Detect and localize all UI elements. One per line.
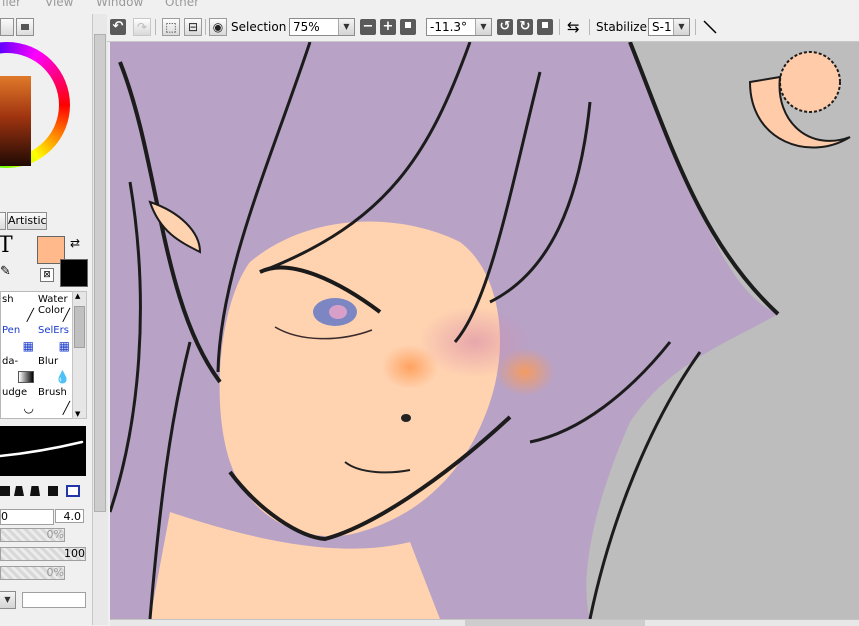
invert-selection-icon: ⊟	[187, 20, 199, 34]
smudge-icon: ◡	[23, 401, 34, 415]
redo-icon: ↷	[136, 20, 148, 34]
brush-tool-selection-eraser[interactable]: SelErs ▦	[37, 323, 73, 354]
invert-selection-button[interactable]: ⊟	[184, 18, 202, 36]
swap-colors-icon[interactable]: ⇄	[70, 236, 80, 250]
color-tab-button[interactable]	[0, 212, 6, 230]
menu-item-window[interactable]: Window	[96, 0, 143, 9]
drawing-canvas[interactable]	[110, 42, 859, 619]
deselect-button[interactable]: ⬚	[162, 18, 180, 36]
chevron-down-icon: ▼	[338, 19, 354, 35]
pen-icon: ▦	[22, 339, 34, 353]
brush-tool-gradation[interactable]: da-	[1, 354, 37, 385]
rotate-left-icon: ↺	[499, 19, 511, 34]
brush-tool-brush[interactable]: sh ╱	[1, 292, 37, 323]
text-tool-button[interactable]: T	[0, 234, 13, 258]
selection-eraser-icon: ▦	[58, 339, 70, 353]
chevron-down-icon: ▼	[673, 19, 689, 35]
blur-drop-icon: 💧	[55, 370, 70, 384]
zoom-out-button[interactable]: −	[360, 19, 376, 35]
undo-button[interactable]: ↶	[110, 19, 126, 35]
texture-dropdown[interactable]: ▼	[0, 591, 16, 609]
selection-label: Selection	[231, 20, 287, 34]
brush-tool-watercolor[interactable]: Water Color ╱	[37, 292, 73, 323]
saturation-value-square[interactable]	[0, 76, 31, 166]
reset-square-icon	[405, 22, 411, 28]
zoom-reset-button[interactable]	[400, 19, 416, 35]
blending-slider[interactable]: 0%	[0, 566, 65, 580]
color-mode-button[interactable]	[16, 18, 34, 36]
brush-stroke-preview	[0, 426, 86, 476]
straight-line-button[interactable]	[701, 18, 719, 36]
rotation-dropdown[interactable]: -11.3° ▼	[426, 18, 492, 36]
scroll-down-icon: ▼	[75, 410, 81, 418]
minus-icon: −	[362, 19, 374, 34]
select-all-icon: ⬚	[165, 20, 177, 34]
brush-tool-pen[interactable]: Pen ▦	[1, 323, 37, 354]
brush-tip-shapes[interactable]	[0, 485, 86, 499]
brush-grid-scrollbar[interactable]: ▲ ▼	[72, 291, 87, 419]
min-size-slider[interactable]: 0%	[0, 528, 65, 542]
panel-toggle-button[interactable]	[0, 18, 14, 36]
transparent-color-icon[interactable]: ⊠	[40, 268, 54, 282]
eyedropper-icon[interactable]: ✎	[0, 264, 11, 279]
brush-tool-brush-2[interactable]: Brush ╱	[37, 385, 73, 416]
rotation-reset-button[interactable]	[537, 19, 553, 35]
canvas-toolbar: ↶ ↷ ⬚ ⊟ ◉ Selection 75% ▼ − + -11.3° ▼ ↺ ↻…	[107, 14, 859, 42]
watercolor-brush-icon: ╱	[62, 308, 70, 322]
brush-icon: ╱	[62, 401, 70, 415]
rotate-ccw-button[interactable]: ↺	[497, 19, 513, 35]
chevron-down-icon: ▼	[475, 19, 491, 35]
color-palette-icon	[21, 24, 29, 30]
artwork	[110, 42, 851, 619]
brush-size-max-field[interactable]: 4.0	[55, 509, 84, 523]
rotate-cw-button[interactable]: ↻	[517, 19, 533, 35]
reset-square-icon	[542, 22, 548, 28]
rotate-right-icon: ↻	[519, 19, 531, 34]
texture-field[interactable]	[22, 592, 86, 608]
menu-item-filter[interactable]: iler	[2, 0, 21, 9]
brush-tool-smudge[interactable]: udge ◡	[1, 385, 37, 416]
brush-size-field[interactable]: 0	[0, 509, 54, 525]
zoom-dropdown[interactable]: 75% ▼	[289, 18, 355, 36]
line-icon	[703, 20, 717, 34]
brush-tool-blur[interactable]: Blur 💧	[37, 354, 73, 385]
stabilizer-dropdown[interactable]: S-1 ▼	[648, 18, 690, 36]
menu-bar: iler View Window Other	[0, 0, 859, 14]
tool-panel: Artistic T ✎ ⇄ ⊠ sh ╱ Water Color ╱ Pen ▦ S…	[0, 14, 92, 625]
brush-tool-grid: sh ╱ Water Color ╱ Pen ▦ SelErs ▦ da- Blur 💧 …	[0, 291, 74, 419]
selection-visibility-button[interactable]: ◉	[209, 18, 227, 36]
gradation-icon	[18, 371, 34, 383]
flip-arrows-icon: ⇆	[567, 18, 580, 36]
redo-button[interactable]: ↷	[133, 18, 151, 36]
zoom-in-button[interactable]: +	[380, 19, 396, 35]
plus-icon: +	[382, 19, 394, 34]
menu-item-view[interactable]: View	[45, 0, 73, 9]
panel-divider-scrollbar[interactable]	[92, 14, 108, 625]
density-slider[interactable]: 100	[0, 547, 86, 561]
menu-item-other[interactable]: Other	[165, 0, 199, 9]
stabilizer-label: Stabilizer	[596, 20, 652, 34]
undo-icon: ↶	[112, 19, 124, 34]
secondary-color-swatch[interactable]	[60, 259, 88, 287]
artistic-tab[interactable]: Artistic	[7, 212, 47, 230]
scroll-up-icon: ▲	[75, 292, 81, 300]
flip-horizontal-button[interactable]: ⇆	[567, 18, 580, 36]
brush-icon: ╱	[26, 308, 34, 322]
eye-icon: ◉	[212, 20, 224, 34]
